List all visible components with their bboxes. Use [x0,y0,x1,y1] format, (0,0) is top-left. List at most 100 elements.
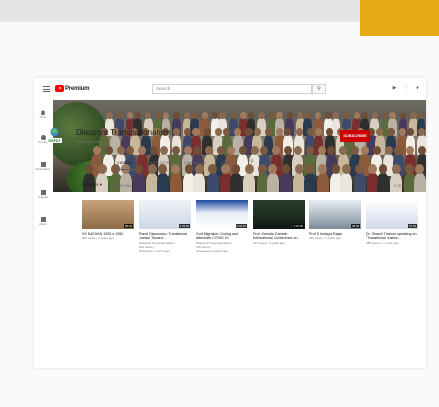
subscriber-count: 461 subscribers [76,140,101,144]
banner-person [316,172,329,192]
banner-person-head [183,146,192,155]
banner-person-head [327,146,335,155]
subscriptions-icon [40,162,46,167]
video-thumbnail[interactable]: 08:55 [309,200,361,229]
accent-block [360,0,439,36]
video-thumbnail[interactable]: 57:33 [366,200,418,229]
notifications-icon[interactable]: ♦ [415,86,420,91]
home-icon [40,110,46,115]
banner-person-head [92,146,101,155]
banner-person-head [208,164,217,174]
guide-label: Home [39,116,47,119]
guide-item-library[interactable]: Library [34,217,52,226]
chevron-down-icon: ▾ [99,182,103,187]
channel-banner [53,100,426,192]
banner-person-head [387,128,395,137]
guide-label: Originals [38,196,48,199]
channel-avatar[interactable]: GRFDT [47,127,62,145]
video-title[interactable]: Dr. Shashi Tharoor speaking on "Transiti… [366,232,420,241]
banner-person-head [250,146,259,155]
sort-icon: ≡ [394,183,397,188]
banner-person-head [193,146,201,155]
banner-person-head [276,112,283,120]
banner-person-head [126,146,134,155]
search-input[interactable]: Search [152,84,312,94]
banner-person [377,172,390,192]
banner-person-head [226,146,235,155]
banner-person-head [410,112,417,120]
banner-person-head [106,112,113,120]
tab-videos[interactable]: VIDEOS [117,160,132,165]
banner-person-head [294,164,304,174]
apps-icon[interactable]: ⋮ [404,86,409,91]
banner-person-head [253,128,261,137]
banner-person-head [293,146,302,155]
subscribe-button[interactable]: SUBSCRIBE [340,130,370,142]
originals-icon [40,190,46,195]
video-title[interactable]: Prof. Kamala Ganesh International Confer… [253,232,307,241]
video-meta: 147 views • 4 years ago [253,240,285,245]
create-video-icon[interactable]: ▶ [392,86,397,91]
banner-person-head [371,112,378,120]
banner-person-head [258,112,265,120]
menu-icon[interactable] [43,86,50,92]
guide-item-originals[interactable]: Originals [34,190,52,199]
banner-person-head [171,146,180,155]
banner-person-head [192,128,200,137]
video-title[interactable]: Panel Discussion: Transitional Justice T… [139,232,193,241]
video-thumbnail[interactable]: 1:16:05 [253,200,305,229]
banner-person [206,172,219,192]
video-meta: Streamed 3 months ago [196,248,229,253]
guide-item-subscriptions[interactable]: Subscriptions [34,162,52,171]
library-icon [40,217,46,222]
active-tab-indicator [115,169,135,170]
uploads-label[interactable]: Uploads ▾ [82,182,102,188]
uploads-text: Uploads [82,182,99,187]
banner-person-head [134,112,141,120]
banner-person [169,172,182,192]
video-thumbnail[interactable]: 08:40 [82,200,134,229]
banner-person-head [191,112,198,120]
tab-about[interactable]: ABOUT [221,160,235,165]
banner-person [133,172,146,192]
banner-person-head [361,112,368,120]
banner-person-head [360,146,369,155]
guide-item-home[interactable]: Home [34,110,52,119]
banner-person-head [325,112,332,120]
play-all-icon: ▶ [110,183,114,188]
tab-home[interactable]: HOME [90,160,102,165]
banner-person-head [147,164,157,174]
banner-person-head [355,164,364,174]
trending-icon [40,135,46,140]
channel-search-icon[interactable]: ⚲ [250,159,254,165]
banner-person-head [286,112,293,120]
play-logo-icon [55,85,64,92]
tab-playlists[interactable]: PLAYLISTS [148,160,169,165]
banner-person-head [104,146,113,155]
banner-person-head [194,164,204,174]
video-meta: 289 views • 1 month ago [366,240,399,245]
search-button[interactable]: ⚲ [312,84,326,94]
banner-person-head [372,146,381,155]
banner-person-head [116,146,125,155]
sort-text: SORT BY [397,183,415,188]
banner-person-head [391,164,401,174]
tab-channels[interactable]: CHANNELS [184,160,206,165]
banner-person-head [305,164,314,174]
youtube-logo[interactable]: Premium [55,85,89,92]
guide-label: Library [39,223,47,226]
video-thumbnail[interactable]: 2:03:16 [196,200,248,229]
video-title[interactable]: Gulf Migration: During and aftermath COV… [196,232,250,241]
banner-person-head [240,112,247,120]
banner-person-head [341,164,351,174]
banner-person-head [219,112,226,120]
banner-person-head [97,164,107,174]
sort-by-button[interactable]: ≡ SORT BY [394,183,415,188]
banner-person [230,172,243,192]
video-thumbnail[interactable]: 2:33:49 [139,200,191,229]
video-duration: 1:16:05 [292,224,304,228]
video-duration: 2:33:49 [178,224,190,228]
banner-person-head [159,146,168,155]
play-all-button[interactable]: ▶ PLAY ALL [110,183,132,188]
logo-text: Premium [65,85,90,92]
